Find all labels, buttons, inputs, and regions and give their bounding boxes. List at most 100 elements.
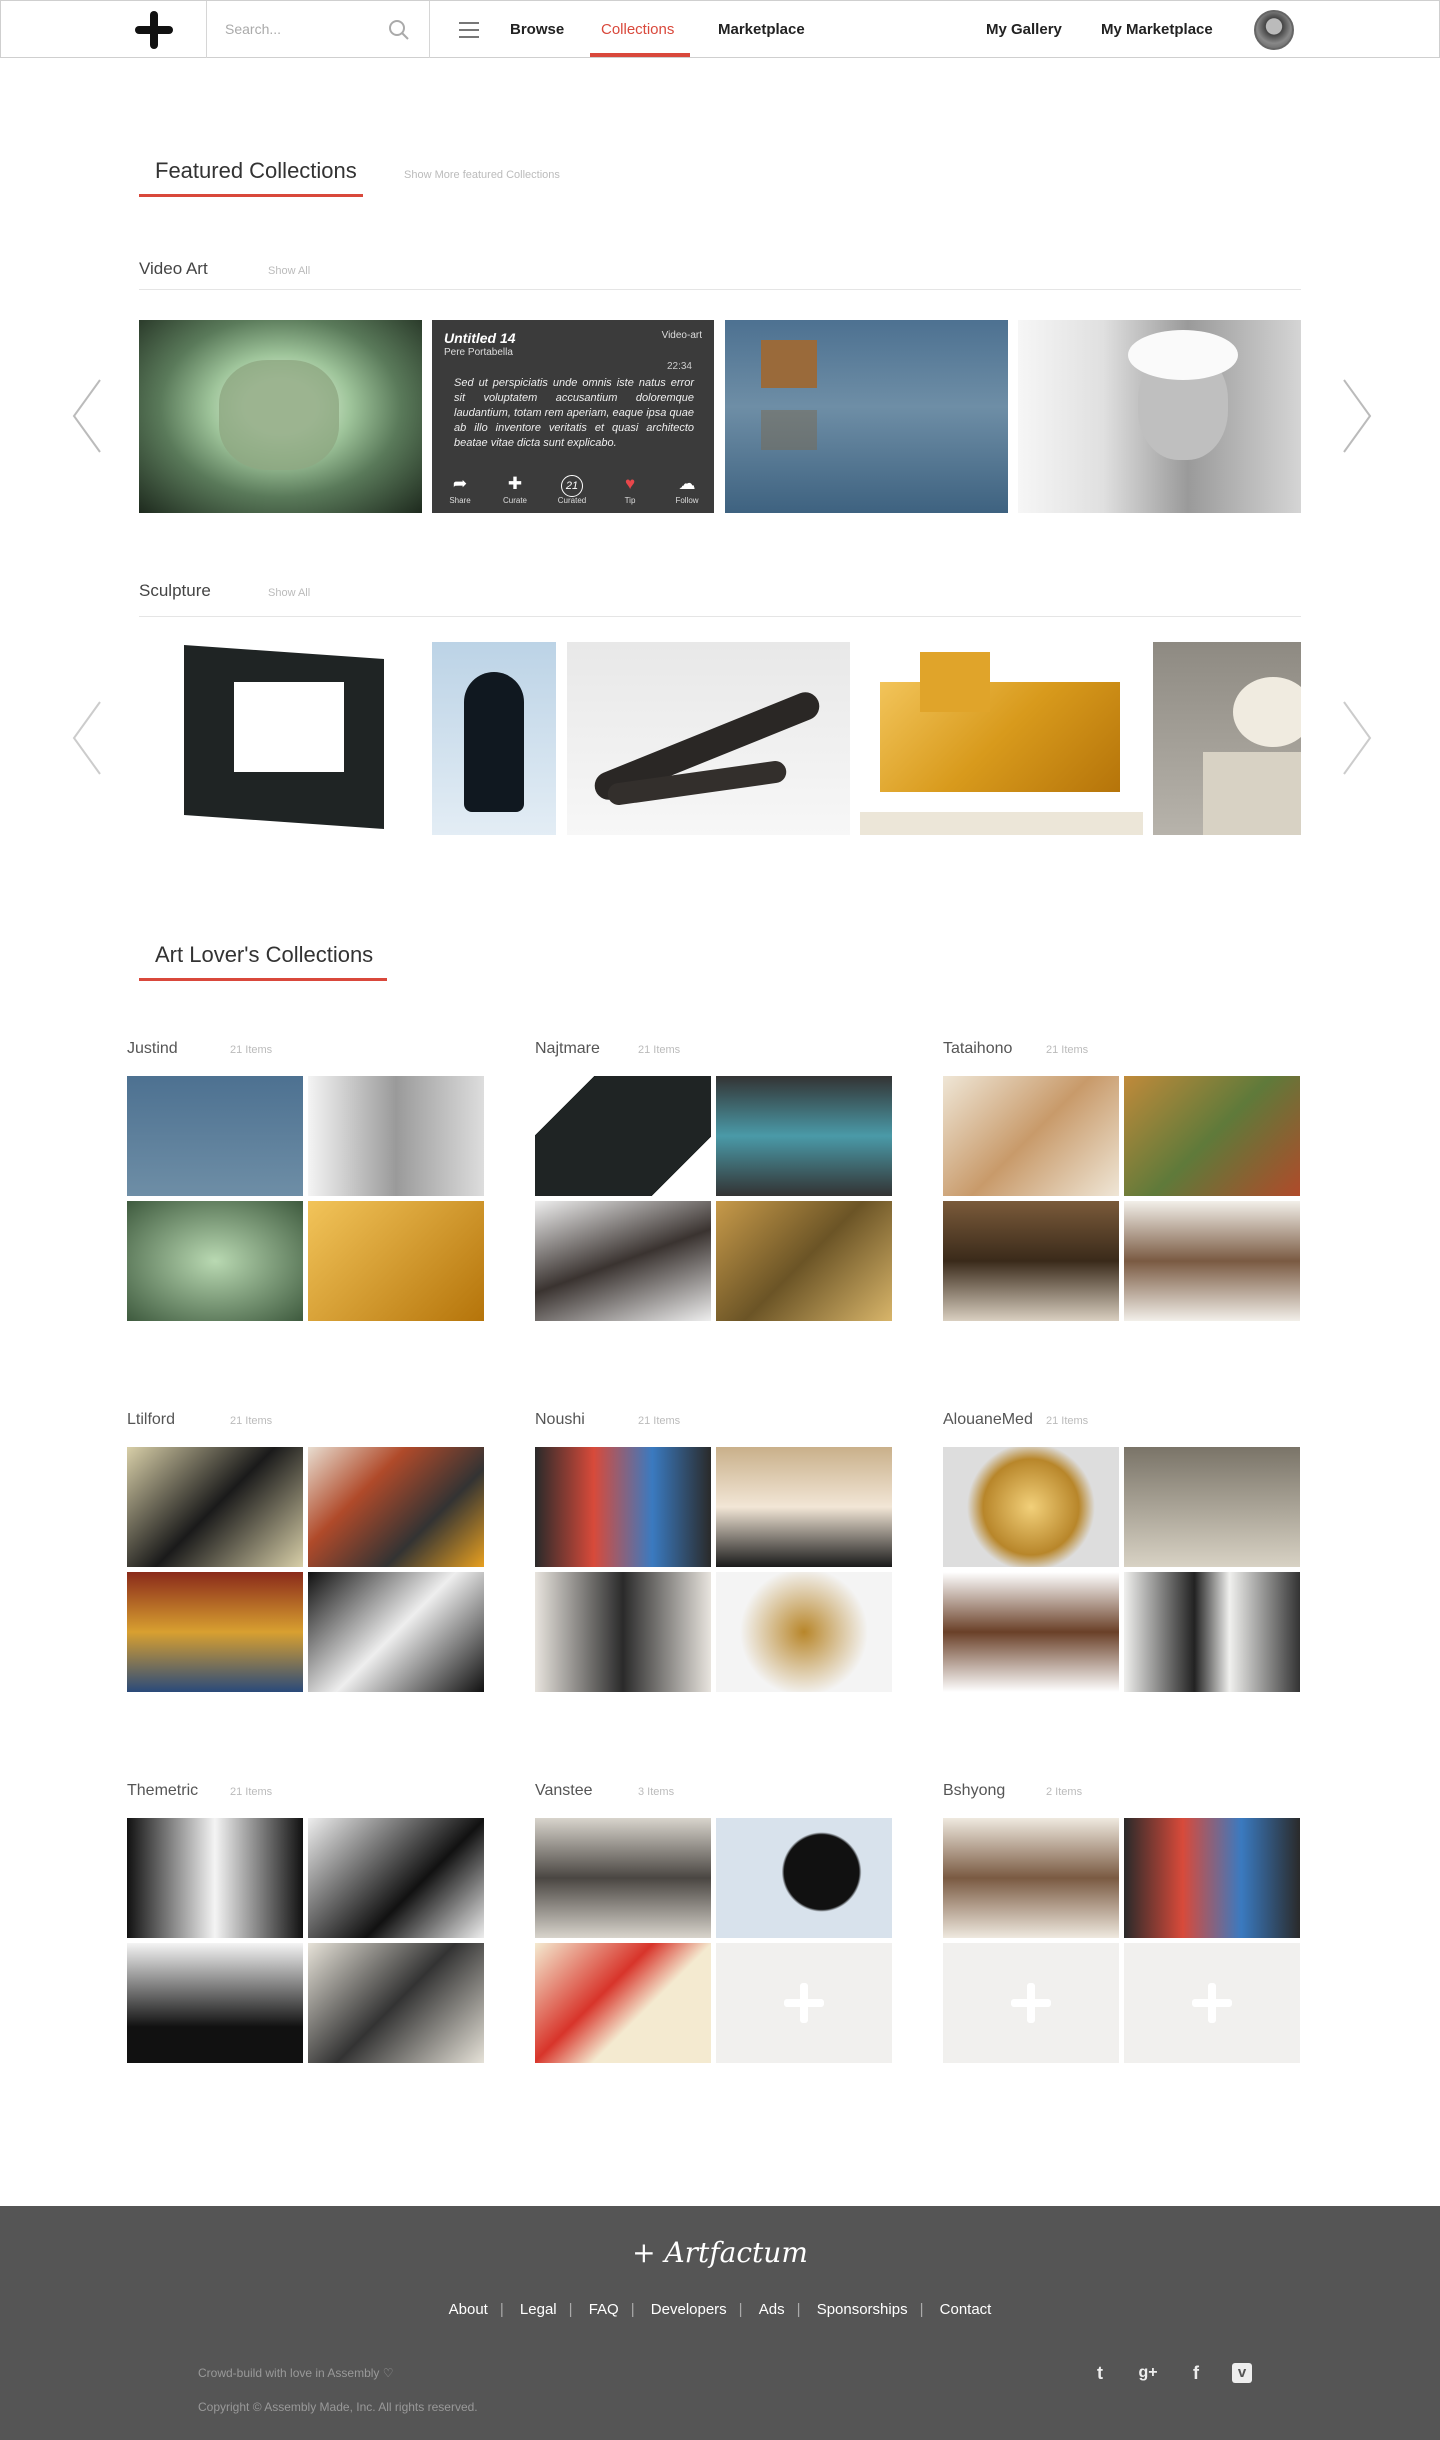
collection-card[interactable]: AlouaneMed 21 Items — [943, 1411, 1300, 1721]
video-art-thumbnail-4[interactable] — [1018, 320, 1301, 513]
sculpture-thumbnail-5[interactable] — [1153, 642, 1301, 835]
google-plus-icon[interactable]: g+ — [1136, 2361, 1160, 2385]
collection-card[interactable]: Najtmare 21 Items — [535, 1040, 892, 1350]
collection-owner-name[interactable]: Themetric — [127, 1782, 198, 1800]
collection-artwork-thumbnail[interactable] — [943, 1076, 1119, 1196]
curated-counter[interactable]: 21 Curated — [552, 474, 592, 505]
collection-artwork-thumbnail[interactable] — [127, 1201, 303, 1321]
nav-browse[interactable]: Browse — [510, 21, 564, 38]
collection-owner-name[interactable]: AlouaneMed — [943, 1411, 1033, 1429]
collection-owner-name[interactable]: Tataihono — [943, 1040, 1012, 1058]
collection-artwork-thumbnail[interactable] — [1124, 1076, 1300, 1196]
collection-artwork-thumbnail[interactable] — [127, 1447, 303, 1567]
collection-artwork-thumbnail[interactable] — [716, 1076, 892, 1196]
collection-artwork-thumbnail[interactable] — [308, 1076, 484, 1196]
collection-artwork-thumbnail[interactable] — [308, 1201, 484, 1321]
footer-link-contact[interactable]: Contact — [928, 2301, 1004, 2318]
menu-icon[interactable] — [459, 22, 479, 38]
sculpture-thumbnail-1[interactable] — [139, 642, 422, 835]
twitter-icon[interactable]: t — [1088, 2361, 1112, 2385]
collection-card[interactable]: Tataihono 21 Items — [943, 1040, 1300, 1350]
footer-link-about[interactable]: About — [437, 2301, 500, 2318]
nav-collections[interactable]: Collections — [601, 21, 674, 38]
collection-artwork-thumbnail[interactable] — [716, 1201, 892, 1321]
collection-owner-name[interactable]: Justind — [127, 1040, 178, 1058]
search-input[interactable] — [225, 17, 385, 41]
collection-artwork-thumbnail[interactable] — [535, 1447, 711, 1567]
add-artwork-button[interactable] — [716, 1943, 892, 2063]
nav-my-marketplace[interactable]: My Marketplace — [1101, 21, 1213, 38]
artwork-author[interactable]: Pere Portabella — [444, 347, 513, 358]
add-artwork-button[interactable] — [943, 1943, 1119, 2063]
artwork-category-tag[interactable]: Video-art — [662, 330, 702, 341]
footer-link-developers[interactable]: Developers — [639, 2301, 739, 2318]
collection-artwork-thumbnail[interactable] — [308, 1943, 484, 2063]
collection-artwork-thumbnail[interactable] — [1124, 1572, 1300, 1692]
collection-artwork-thumbnail[interactable] — [535, 1201, 711, 1321]
collection-artwork-thumbnail[interactable] — [127, 1076, 303, 1196]
footer-link-faq[interactable]: FAQ — [577, 2301, 631, 2318]
collection-artwork-thumbnail[interactable] — [535, 1943, 711, 2063]
footer-link-sponsorships[interactable]: Sponsorships — [805, 2301, 920, 2318]
share-button[interactable]: ➦ Share — [440, 474, 480, 505]
collection-owner-name[interactable]: Bshyong — [943, 1782, 1005, 1800]
video-art-hover-card[interactable]: Untitled 14 Pere Portabella Video-art 22… — [432, 320, 714, 513]
collection-card[interactable]: Themetric 21 Items — [127, 1782, 484, 2092]
collection-artwork-thumbnail[interactable] — [308, 1572, 484, 1692]
artfactum-plus-logo-icon[interactable] — [133, 9, 175, 51]
search-icon[interactable] — [387, 18, 411, 42]
collection-owner-name[interactable]: Vanstee — [535, 1782, 593, 1800]
tip-button[interactable]: ♥ Tip — [610, 474, 650, 505]
collection-card[interactable]: Bshyong 2 Items — [943, 1782, 1300, 2092]
collection-artwork-thumbnail[interactable] — [308, 1818, 484, 1938]
collection-artwork-thumbnail[interactable] — [535, 1076, 711, 1196]
collection-artwork-thumbnail[interactable] — [127, 1572, 303, 1692]
collection-artwork-thumbnail[interactable] — [716, 1572, 892, 1692]
collection-artwork-thumbnail[interactable] — [943, 1201, 1119, 1321]
collection-artwork-thumbnail[interactable] — [943, 1447, 1119, 1567]
vimeo-icon[interactable]: v — [1232, 2363, 1252, 2383]
facebook-icon[interactable]: f — [1184, 2361, 1208, 2385]
nav-my-gallery[interactable]: My Gallery — [986, 21, 1062, 38]
add-artwork-button[interactable] — [1124, 1943, 1300, 2063]
collection-card[interactable]: Noushi 21 Items — [535, 1411, 892, 1721]
collection-artwork-thumbnail[interactable] — [535, 1818, 711, 1938]
nav-marketplace[interactable]: Marketplace — [718, 21, 805, 38]
collection-artwork-thumbnail[interactable] — [943, 1572, 1119, 1692]
collection-owner-name[interactable]: Noushi — [535, 1411, 585, 1429]
user-avatar[interactable] — [1254, 10, 1294, 50]
show-more-featured-link[interactable]: Show More featured Collections — [404, 169, 560, 181]
footer-tagline[interactable]: Crowd-build with love in Assembly ♡ — [198, 2366, 394, 2380]
collection-owner-name[interactable]: Ltilford — [127, 1411, 175, 1429]
follow-button[interactable]: ☁ Follow — [667, 474, 707, 505]
collection-card[interactable]: Justind 21 Items — [127, 1040, 484, 1350]
collection-artwork-thumbnail[interactable] — [716, 1818, 892, 1938]
show-all-sculpture[interactable]: Show All — [268, 587, 310, 599]
featured-collections-title[interactable]: Featured Collections — [155, 158, 357, 184]
carousel-next-arrow-icon[interactable] — [1336, 698, 1376, 778]
footer-link-ads[interactable]: Ads — [747, 2301, 797, 2318]
carousel-prev-arrow-icon[interactable] — [68, 698, 108, 778]
collection-artwork-thumbnail[interactable] — [127, 1818, 303, 1938]
collection-artwork-thumbnail[interactable] — [127, 1943, 303, 2063]
sculpture-thumbnail-3[interactable] — [567, 642, 850, 835]
collection-card[interactable]: Ltilford 21 Items — [127, 1411, 484, 1721]
collection-artwork-thumbnail[interactable] — [1124, 1447, 1300, 1567]
collection-artwork-thumbnail[interactable] — [1124, 1201, 1300, 1321]
carousel-prev-arrow-icon[interactable] — [68, 376, 108, 456]
footer-link-legal[interactable]: Legal — [508, 2301, 569, 2318]
collection-artwork-thumbnail[interactable] — [1124, 1818, 1300, 1938]
carousel-next-arrow-icon[interactable] — [1336, 376, 1376, 456]
collection-artwork-thumbnail[interactable] — [308, 1447, 484, 1567]
collection-artwork-thumbnail[interactable] — [535, 1572, 711, 1692]
curate-button[interactable]: ✚ Curate — [495, 474, 535, 505]
footer-logo[interactable]: + Artfactum — [0, 2236, 1440, 2269]
sculpture-thumbnail-2[interactable] — [432, 642, 556, 835]
collection-artwork-thumbnail[interactable] — [716, 1447, 892, 1567]
collection-owner-name[interactable]: Najtmare — [535, 1040, 600, 1058]
video-art-thumbnail-3[interactable] — [725, 320, 1008, 513]
collection-artwork-thumbnail[interactable] — [943, 1818, 1119, 1938]
video-art-thumbnail-1[interactable] — [139, 320, 422, 513]
show-all-video-art[interactable]: Show All — [268, 265, 310, 277]
collection-card[interactable]: Vanstee 3 Items — [535, 1782, 892, 2092]
